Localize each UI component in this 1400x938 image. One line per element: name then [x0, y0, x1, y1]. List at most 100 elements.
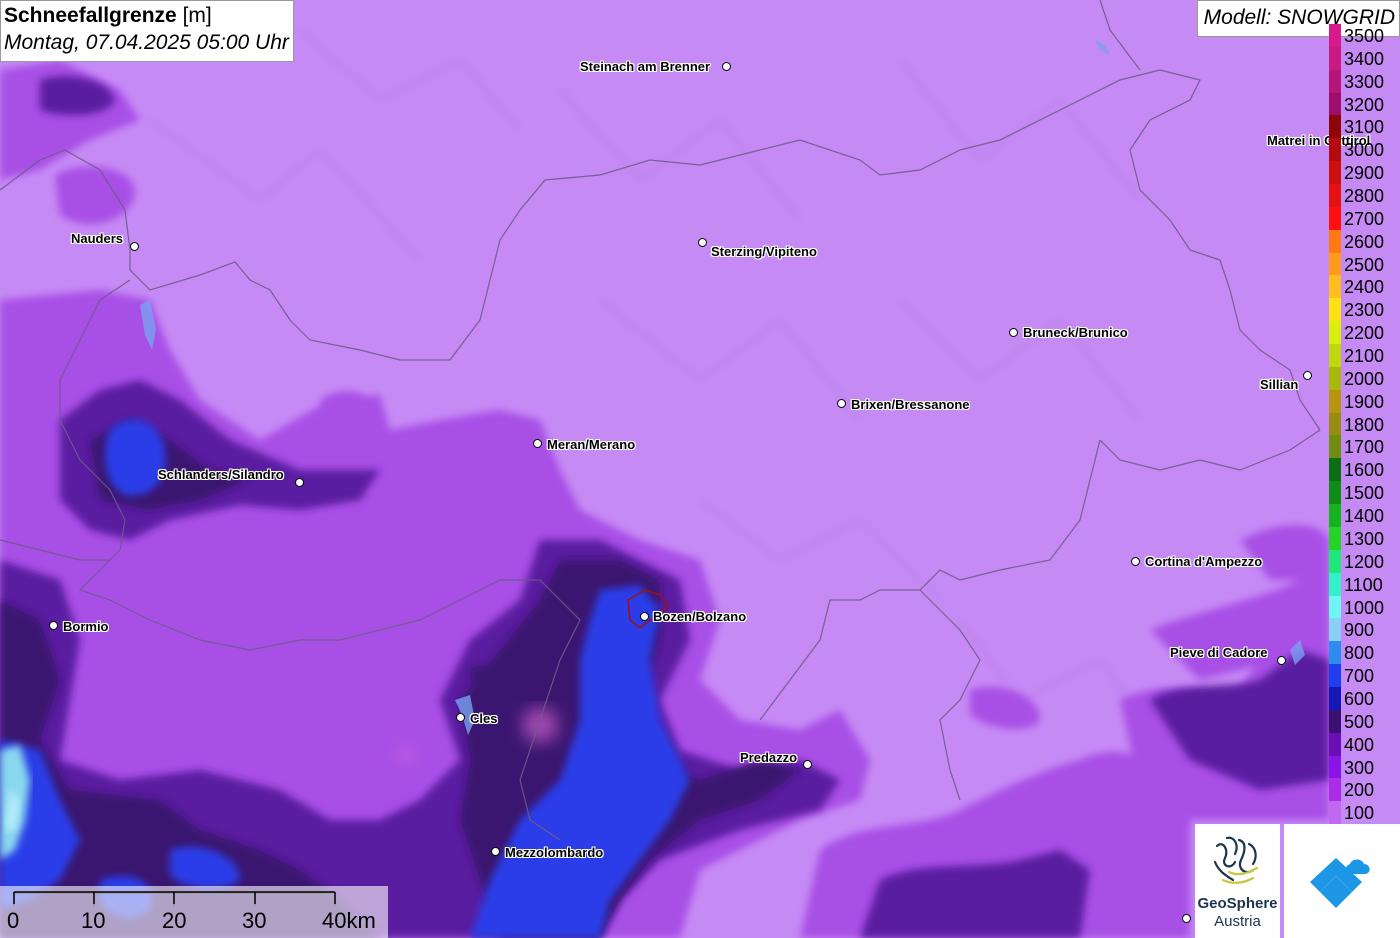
legend-swatch	[1329, 184, 1341, 208]
city-dot-bruneck[interactable]	[1009, 328, 1018, 337]
city-label-cortina: Cortina d'Ampezzo	[1145, 554, 1263, 569]
legend-swatch	[1329, 24, 1341, 47]
legend-label: 3000	[1344, 140, 1385, 161]
city-dot-predazzo[interactable]	[803, 760, 812, 769]
legend-item-300: 300	[1329, 755, 1400, 779]
city-label-sterzing: Sterzing/Vipiteno	[711, 244, 817, 259]
legend-item-2500: 2500	[1329, 252, 1400, 276]
city-dot-nauders[interactable]	[130, 242, 139, 251]
city-dot-schlanders[interactable]	[295, 478, 304, 487]
city-label-bormio: Bormio	[63, 619, 109, 634]
city-dot-sterzing[interactable]	[698, 238, 707, 247]
legend-swatch	[1329, 686, 1341, 710]
legend-item-2400: 2400	[1329, 275, 1400, 299]
legend-swatch	[1329, 298, 1341, 322]
legend-swatch	[1329, 641, 1341, 665]
legend-item-1500: 1500	[1329, 481, 1400, 505]
legend-label: 2400	[1344, 277, 1385, 298]
legend-item-200: 200	[1329, 778, 1400, 802]
city-label-bozen: Bozen/Bolzano	[653, 609, 747, 624]
city-label-predazzo: Predazzo	[740, 750, 798, 765]
legend-label: 2600	[1344, 231, 1385, 252]
legend-swatch	[1329, 366, 1341, 390]
legend-swatch	[1329, 458, 1341, 482]
city-dot-meran[interactable]	[533, 439, 542, 448]
legend-label: 400	[1344, 734, 1375, 755]
legend-swatch	[1329, 161, 1341, 185]
map-title: Schneefallgrenze [m] Montag, 07.04.2025 …	[0, 0, 294, 62]
legend-label: 3400	[1344, 48, 1385, 69]
legend-item-600: 600	[1329, 686, 1400, 710]
legend-item-3200: 3200	[1329, 92, 1400, 116]
geosphere-sub: Austria	[1214, 913, 1261, 930]
city-label-schlanders: Schlanders/Silandro	[158, 467, 284, 482]
scale-label-0: 0	[7, 908, 20, 933]
city-label-pieve: Pieve di Cadore	[1170, 645, 1268, 660]
legend-label: 800	[1344, 643, 1375, 664]
legend-label: 1100	[1344, 574, 1383, 595]
legend-label: 1900	[1344, 391, 1385, 412]
city-dot-cles[interactable]	[456, 713, 465, 722]
city-label-sillian: Sillian	[1260, 377, 1299, 392]
city-dot-pieve[interactable]	[1277, 656, 1286, 665]
legend-label: 200	[1344, 780, 1375, 801]
legend-item-3000: 3000	[1329, 138, 1400, 162]
city-dot-bozen[interactable]	[640, 612, 649, 621]
legend-swatch	[1329, 275, 1341, 299]
legend-label: 1300	[1344, 528, 1385, 549]
city-dot-brixen[interactable]	[837, 399, 846, 408]
legend-item-2700: 2700	[1329, 206, 1400, 230]
legend-swatch	[1329, 664, 1341, 688]
legend-item-2000: 2000	[1329, 366, 1400, 390]
legend-swatch	[1329, 778, 1341, 802]
legend-label: 2900	[1344, 163, 1385, 184]
legend-swatch	[1329, 412, 1341, 436]
legend-swatch	[1329, 389, 1341, 413]
color-legend: 3500 3400 3300 3200 3100 3000 2900 2800 2700 2600…	[1329, 24, 1400, 826]
scale-label-10: 10	[81, 908, 106, 933]
legend-label: 2100	[1344, 346, 1385, 367]
legend-item-3100: 3100	[1329, 115, 1400, 139]
legend-item-800: 800	[1329, 641, 1400, 665]
legend-swatch	[1329, 435, 1341, 459]
city-dot-steinach[interactable]	[722, 62, 731, 71]
legend-item-1900: 1900	[1329, 389, 1400, 413]
legend-label: 1500	[1344, 483, 1385, 504]
legend-swatch	[1329, 572, 1341, 596]
legend-item-1100: 1100	[1329, 572, 1400, 596]
legend-item-3500: 3500	[1329, 24, 1400, 47]
city-dot-unnamed[interactable]	[1182, 914, 1191, 923]
legend-item-100: 100	[1329, 801, 1400, 825]
scale-label-40km: 40km	[322, 908, 376, 933]
city-dot-sillian[interactable]	[1303, 371, 1312, 380]
legend-label: 1800	[1344, 414, 1385, 435]
legend-item-900: 900	[1329, 618, 1400, 642]
city-label-steinach: Steinach am Brenner	[580, 59, 711, 74]
legend-swatch	[1329, 618, 1341, 642]
legend-swatch	[1329, 229, 1341, 253]
city-dot-mezzolombardo[interactable]	[491, 847, 500, 856]
legend-label: 300	[1344, 757, 1375, 778]
legend-item-1300: 1300	[1329, 526, 1400, 550]
legend-item-3300: 3300	[1329, 69, 1400, 93]
legend-swatch	[1329, 252, 1341, 276]
legend-swatch	[1329, 755, 1341, 779]
city-dot-bormio[interactable]	[49, 621, 58, 630]
legend-label: 2200	[1344, 323, 1385, 344]
city-label-nauders: Nauders	[71, 231, 124, 246]
legend-swatch	[1329, 92, 1341, 116]
legend-label: 700	[1344, 666, 1375, 687]
city-label-brixen: Brixen/Bressanone	[851, 397, 970, 412]
title-datetime: Montag, 07.04.2025 05:00 Uhr	[4, 31, 289, 54]
legend-item-2600: 2600	[1329, 229, 1400, 253]
scale-label-20: 20	[162, 908, 187, 933]
legend-label: 3500	[1344, 26, 1385, 46]
legend-label: 3200	[1344, 94, 1385, 115]
city-label-mezzolombardo: Mezzolombardo	[505, 845, 604, 860]
scale-label-30: 30	[242, 908, 267, 933]
legend-item-400: 400	[1329, 732, 1400, 756]
legend-swatch	[1329, 595, 1341, 619]
legend-item-700: 700	[1329, 664, 1400, 688]
legend-item-2100: 2100	[1329, 344, 1400, 368]
city-dot-cortina[interactable]	[1131, 557, 1140, 566]
